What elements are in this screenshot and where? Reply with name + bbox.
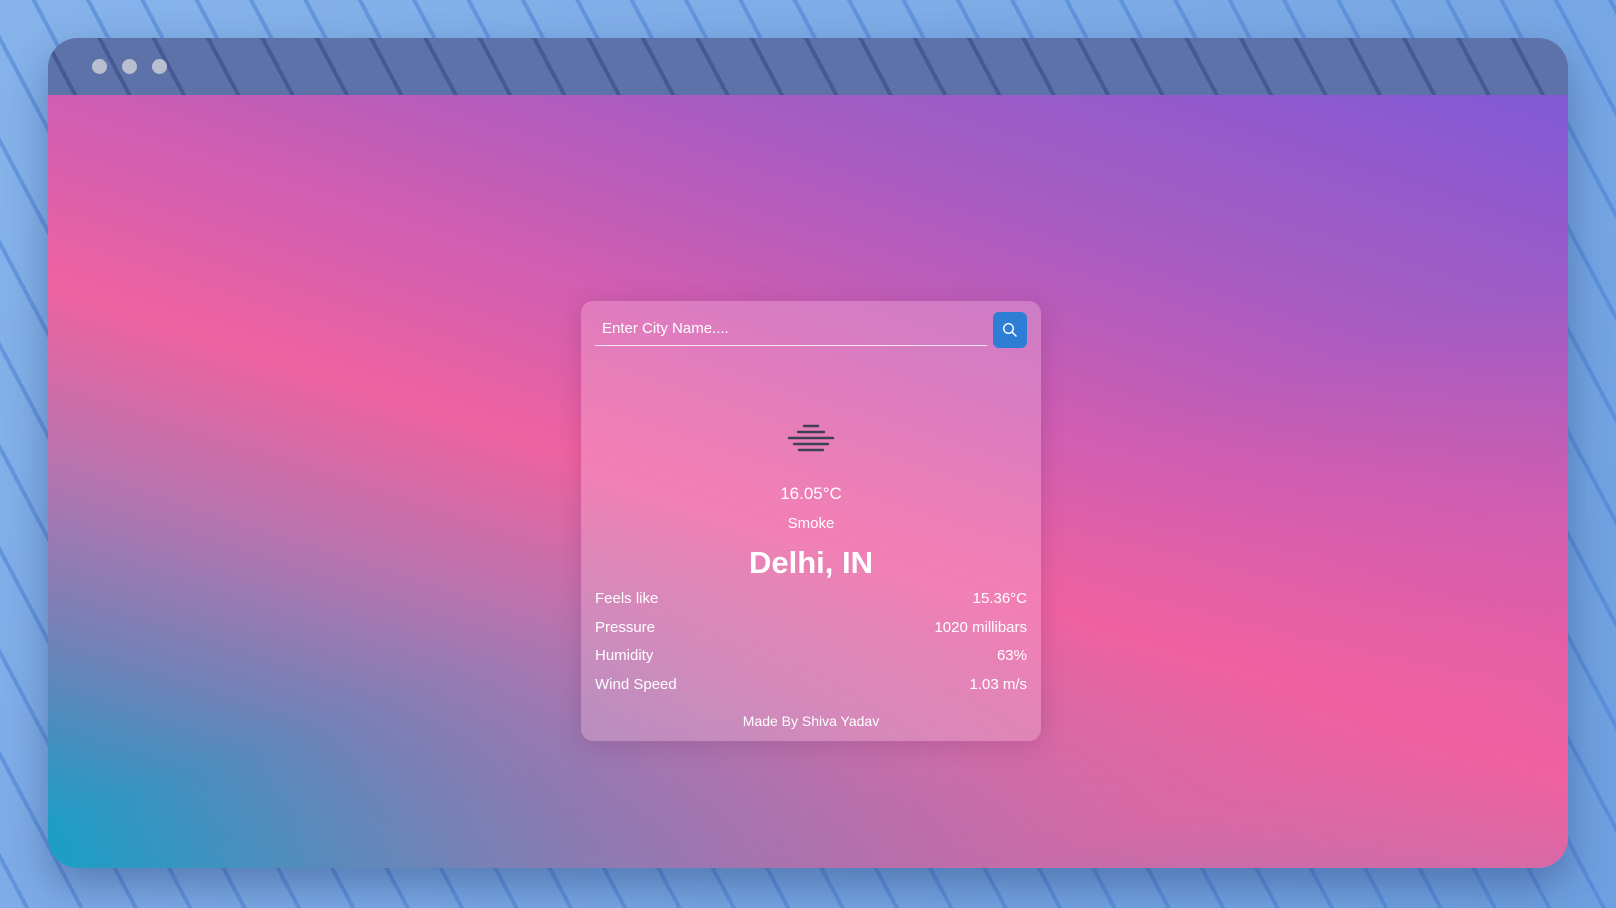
search-button[interactable]	[993, 312, 1027, 348]
title-bar	[48, 38, 1568, 95]
detail-label: Humidity	[595, 647, 654, 664]
browser-window: 16.05°C Smoke Delhi, IN Feels like 15.36…	[48, 38, 1568, 868]
detail-value: 15.36°C	[972, 590, 1027, 607]
city-search-input[interactable]	[595, 312, 987, 346]
detail-row-feels-like: Feels like 15.36°C	[595, 589, 1027, 618]
minimize-dot[interactable]	[122, 59, 137, 74]
city-name: Delhi, IN	[748, 545, 873, 580]
weather-condition: Smoke	[787, 515, 835, 532]
close-dot[interactable]	[92, 59, 107, 74]
search-bar	[595, 312, 1027, 348]
detail-value: 63%	[996, 647, 1027, 664]
weather-details: Feels like 15.36°C Pressure 1020 milliba…	[595, 589, 1027, 703]
weather-card: 16.05°C Smoke Delhi, IN Feels like 15.36…	[581, 301, 1041, 741]
detail-row-humidity: Humidity 63%	[595, 646, 1027, 675]
detail-label: Wind Speed	[595, 675, 677, 693]
maximize-dot[interactable]	[152, 59, 167, 74]
temperature: 16.05°C	[780, 484, 842, 503]
detail-row-pressure: Pressure 1020 millibars	[595, 618, 1027, 647]
page-viewport: 16.05°C Smoke Delhi, IN Feels like 15.36…	[48, 95, 1568, 868]
search-icon	[1002, 322, 1017, 337]
detail-value: 1.03 m/s	[969, 675, 1027, 693]
detail-label: Pressure	[595, 618, 656, 636]
footer-credit: Made By Shiva Yadav	[742, 713, 880, 729]
detail-label: Feels like	[595, 590, 659, 607]
fog-haze-icon	[787, 424, 835, 452]
detail-value: 1020 millibars	[934, 618, 1027, 636]
detail-row-wind-speed: Wind Speed 1.03 m/s	[595, 675, 1027, 704]
